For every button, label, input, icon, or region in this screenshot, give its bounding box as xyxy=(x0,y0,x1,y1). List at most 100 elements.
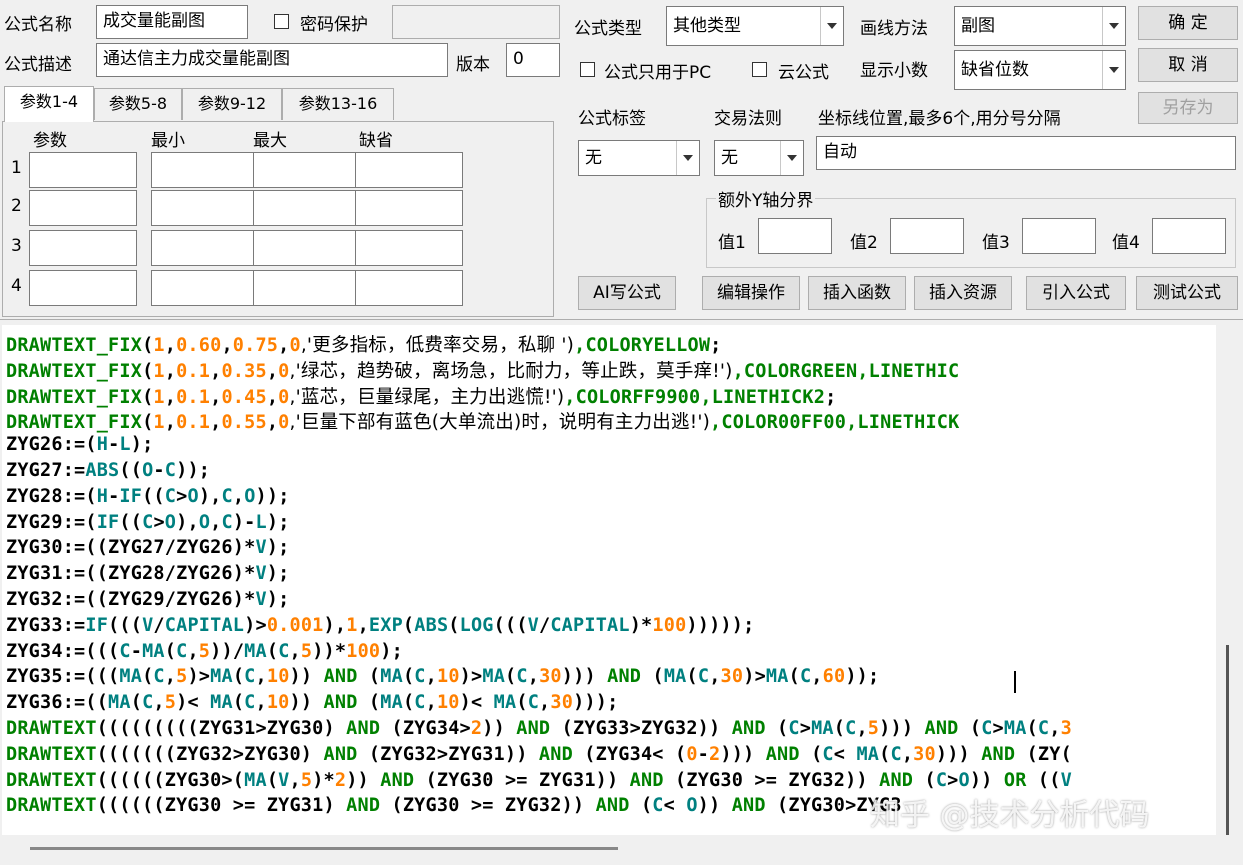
tab-params-1-4[interactable]: 参数1-4 xyxy=(4,86,94,122)
code-token: DRAWTEXT_FIX xyxy=(6,335,143,356)
formula-desc-input[interactable]: 通达信主力成交量能副图 xyxy=(96,43,448,77)
code-line: DRAWTEXT((((((ZYG30>(MA(V,5)*2)) AND (ZY… xyxy=(6,770,1072,791)
vertical-scrollbar[interactable] xyxy=(1216,325,1243,835)
code-token: , xyxy=(856,718,868,739)
code-token: 0 xyxy=(278,412,290,434)
param-name-input[interactable] xyxy=(29,190,137,226)
code-token: ))) xyxy=(879,718,925,739)
value1-input[interactable] xyxy=(758,218,832,254)
value4-label: 值4 xyxy=(1112,233,1140,253)
param-row-number: 3 xyxy=(11,236,22,256)
param-min-input[interactable] xyxy=(151,230,259,266)
code-token: ), xyxy=(176,511,199,533)
tab-params-5-8[interactable]: 参数5-8 xyxy=(94,88,182,120)
test-formula-button[interactable]: 测试公式 xyxy=(1136,276,1238,310)
code-token: )) xyxy=(289,692,324,714)
save-as-button[interactable]: 另存为 xyxy=(1138,92,1238,124)
code-token: ABS xyxy=(414,614,449,636)
code-token: 0.45 xyxy=(221,386,267,408)
code-token: ( xyxy=(142,386,154,408)
code-token: > xyxy=(799,718,812,739)
code-token: (( xyxy=(119,511,143,533)
code-token: DRAWTEXT xyxy=(6,795,97,817)
code-token: AND xyxy=(595,795,630,817)
value3-input[interactable] xyxy=(1022,218,1096,254)
formula-tag-select[interactable]: 无 xyxy=(578,140,700,176)
code-token: ( xyxy=(402,614,415,636)
code-token: ))))); xyxy=(686,614,755,636)
code-token: 5 xyxy=(300,769,313,791)
param-default-input[interactable] xyxy=(355,230,463,266)
import-formula-button[interactable]: 引入公式 xyxy=(1026,276,1126,310)
code-token: 10 xyxy=(436,692,460,714)
code-token: )< xyxy=(176,692,211,714)
edit-ops-button[interactable]: 编辑操作 xyxy=(702,276,800,310)
param-min-input[interactable] xyxy=(151,152,259,188)
tab-params-9-12[interactable]: 参数9-12 xyxy=(182,88,282,120)
code-line: ZYG35:=(((MA(C,5)>MA(C,10)) AND (MA(C,10… xyxy=(6,666,879,687)
chevron-down-icon[interactable] xyxy=(676,141,699,175)
horizontal-scrollbar[interactable] xyxy=(2,835,1216,864)
param-default-input[interactable] xyxy=(355,190,463,226)
vertical-scroll-thumb[interactable] xyxy=(1226,645,1229,835)
password-checkbox[interactable] xyxy=(274,14,289,29)
code-token: ZYG31:=((ZYG28/ZYG26)* xyxy=(6,563,256,585)
code-token: > xyxy=(947,769,959,791)
trade-rule-select[interactable]: 无 xyxy=(714,140,804,176)
param-default-input[interactable] xyxy=(355,270,463,306)
code-token: > xyxy=(176,485,188,507)
code-token: ((((((ZYG30>( xyxy=(96,769,245,791)
code-token: C xyxy=(164,460,177,481)
axis-position-input[interactable]: 自动 xyxy=(816,136,1236,170)
chevron-down-icon[interactable] xyxy=(1102,51,1125,89)
decimals-select[interactable]: 缺省位数 xyxy=(954,50,1126,90)
formula-name-input[interactable]: 成交量能副图 xyxy=(96,5,248,39)
code-token: ( xyxy=(142,666,154,688)
cancel-button[interactable]: 取 消 xyxy=(1138,48,1238,82)
code-token: 10 xyxy=(266,666,290,688)
formula-type-select[interactable]: 其他类型 xyxy=(666,6,844,46)
param-max-input[interactable] xyxy=(253,270,361,306)
param-default-input[interactable] xyxy=(355,152,463,188)
code-token: IF xyxy=(96,511,120,533)
version-input[interactable]: 0 xyxy=(506,43,560,77)
param-min-input[interactable] xyxy=(151,270,259,306)
tab-params-13-16[interactable]: 参数13-16 xyxy=(282,88,394,120)
code-token: (( xyxy=(142,485,165,507)
chevron-down-icon[interactable] xyxy=(820,7,843,45)
chevron-down-icon[interactable] xyxy=(780,141,803,175)
insert-function-button[interactable]: 插入函数 xyxy=(808,276,906,310)
code-token: )) xyxy=(969,769,1004,791)
formula-name-label: 公式名称 xyxy=(4,15,72,35)
chevron-down-icon[interactable] xyxy=(1102,7,1125,45)
ok-button[interactable]: 确 定 xyxy=(1138,6,1238,40)
code-token: , xyxy=(901,743,914,765)
param-max-input[interactable] xyxy=(253,152,361,188)
insert-resource-button[interactable]: 插入资源 xyxy=(914,276,1012,310)
value2-input[interactable] xyxy=(890,218,964,254)
param-name-input[interactable] xyxy=(29,152,137,188)
pc-only-checkbox[interactable] xyxy=(580,62,595,77)
code-line: DRAWTEXT_FIX(1,0.1,0.45,0,'蓝芯，巨量绿尾，主力出逃慌… xyxy=(6,383,836,409)
code-token: C xyxy=(845,718,857,739)
param-max-input[interactable] xyxy=(253,230,361,266)
param-name-input[interactable] xyxy=(29,270,137,306)
code-token: , xyxy=(210,511,222,533)
formula-desc-label: 公式描述 xyxy=(4,55,72,75)
code-token: AND xyxy=(323,666,358,688)
param-row-number: 4 xyxy=(11,276,22,296)
horizontal-scroll-thumb[interactable] xyxy=(30,847,618,850)
value4-input[interactable] xyxy=(1152,218,1226,254)
ai-write-button[interactable]: AI写公式 xyxy=(578,276,676,310)
code-token: ( xyxy=(913,769,936,791)
code-editor[interactable]: DRAWTEXT_FIX(1,0.60,0.75,0,'更多指标，低费率交易，私… xyxy=(2,325,1216,835)
code-line: DRAWTEXT(((((((ZYG32>ZYG30) AND (ZYG32>Z… xyxy=(6,744,1072,765)
draw-method-select[interactable]: 副图 xyxy=(954,6,1126,46)
code-token: 5 xyxy=(867,718,880,739)
code-token: 1 xyxy=(153,360,165,382)
param-min-input[interactable] xyxy=(151,190,259,226)
code-token: / xyxy=(153,614,165,636)
param-name-input[interactable] xyxy=(29,230,137,266)
param-max-input[interactable] xyxy=(253,190,361,226)
cloud-formula-checkbox[interactable] xyxy=(752,62,767,77)
